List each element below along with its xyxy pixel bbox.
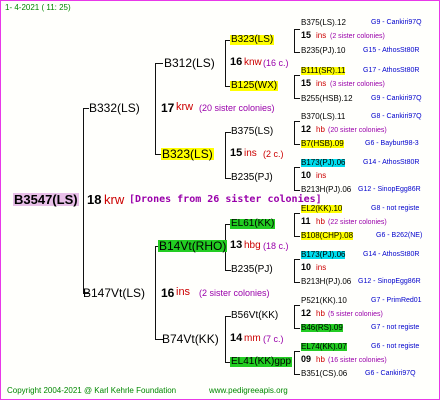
gen4-o-race: hb: [316, 355, 325, 364]
gen4-f-link[interactable]: B7(HSB).09: [301, 140, 344, 148]
gen1-b-note: (2 sister colonies): [199, 288, 270, 298]
gen4-h-gen: G12 - SinopEgg86R: [358, 186, 421, 193]
gen3-f-link[interactable]: B235(PJ): [230, 265, 274, 275]
gen4-o-gen: G6 - not registe: [371, 343, 420, 350]
gen1-a-race: krw: [176, 101, 194, 113]
gen2-c-note: (18 c.): [263, 241, 289, 251]
gen4-j-link[interactable]: B108(CHP).08: [301, 232, 354, 240]
gen2-d-race: mm: [244, 333, 261, 344]
gen4-a-gen: G9 - Cankiri97Q: [371, 19, 422, 26]
gen2-a-race: knw: [244, 57, 262, 68]
sire-b332-link[interactable]: B332(LS): [88, 102, 141, 114]
gen4-c-gen: G17 - AthosSt80R: [363, 67, 420, 74]
gen1-a-note: (20 sister colonies): [199, 103, 275, 113]
gen4-e-link[interactable]: B370(LS).11: [301, 113, 345, 121]
gen4-k-count: 10: [301, 262, 312, 272]
gen4-m-note: (5 sister colonies): [328, 311, 383, 318]
gen2-b14vt-link[interactable]: B14Vt(RHO): [158, 240, 228, 252]
gen4-i-note: (22 sister colonies): [328, 219, 387, 226]
gen4-i-gen: G8 - not registe: [371, 205, 420, 212]
gen4-c-note: (3 sister colonies): [330, 81, 385, 88]
gen4-e-note: (20 sister colonies): [328, 127, 387, 134]
gen4-n-link[interactable]: B46(RS).09: [301, 324, 343, 332]
gen2-b-race: ins: [244, 148, 257, 159]
footer-url-link[interactable]: www.pedigreeapis.org: [209, 387, 288, 395]
gen4-o-link[interactable]: EL74(KK).07: [301, 343, 347, 351]
gen4-k-gen: G14 - AthosSt80R: [363, 251, 420, 258]
gen4-a-race: ins: [316, 31, 327, 40]
gen4-f-gen: G6 - Bayburt98-3: [365, 140, 419, 147]
gen2-b323-link[interactable]: B323(LS): [161, 148, 214, 160]
gen4-p-gen: G6 - Cankiri97Q: [365, 370, 416, 377]
gen4-k-race: ins: [316, 263, 327, 272]
gen4-d-link[interactable]: B255(HSB).12: [301, 95, 353, 103]
gen4-n-gen: G7 - not registe: [371, 324, 420, 331]
gen1-b-count: 16: [161, 286, 175, 300]
gen3-b-link[interactable]: B125(WX): [230, 81, 279, 91]
gen4-o-count: 09: [301, 354, 312, 364]
gen3-a-link[interactable]: B323(LS): [230, 35, 275, 45]
gen4-d-gen: G9 - Cankiri97Q: [371, 95, 422, 102]
gen4-l-gen: G12 - SinopEgg86R: [358, 278, 421, 285]
gen4-h-link[interactable]: B213H(PJ).06: [301, 186, 351, 194]
gen2-b312-link[interactable]: B312(LS): [163, 57, 216, 69]
gen4-i-count: 11: [301, 216, 311, 226]
root-note: [Drones from 26 sister colonies]: [129, 194, 322, 205]
gen4-a-link[interactable]: B375(LS).12: [301, 19, 346, 27]
gen4-e-race: hb: [316, 125, 325, 134]
gen4-m-link[interactable]: P521(KK).10: [301, 297, 347, 305]
gen3-e-link[interactable]: EL61(KK): [230, 219, 276, 229]
root-race: krw: [104, 192, 125, 207]
gen4-j-gen: G6 - B262(NE): [376, 232, 423, 239]
gen3-g-link[interactable]: B56Vt(KK): [230, 311, 279, 321]
queen-root-link[interactable]: B3547(LS): [13, 193, 79, 206]
gen4-m-gen: G7 - PrimRed01: [371, 297, 422, 304]
dam-b147vt-link[interactable]: B147Vt(LS): [82, 287, 146, 299]
gen4-c-race: ins: [316, 79, 327, 88]
gen1-a-count: 17: [161, 101, 175, 115]
gen4-l-link[interactable]: B213H(PJ).06: [301, 278, 351, 286]
gen4-b-gen: G15 - AthosSt80R: [363, 47, 420, 54]
gen4-i-link[interactable]: EL2(KK).10: [301, 205, 343, 213]
gen4-g-link[interactable]: B173(PJ).06: [301, 159, 346, 167]
gen2-c-race: hbg: [244, 240, 261, 251]
gen4-g-gen: G14 - AthosSt80R: [363, 159, 420, 166]
gen4-e-count: 12: [301, 124, 312, 134]
gen4-g-count: 10: [301, 170, 312, 180]
gen2-c-count: 13: [230, 239, 243, 251]
gen2-b-note: (2 c.): [263, 149, 284, 159]
gen3-d-link[interactable]: B235(PJ): [230, 173, 274, 183]
gen4-c-link[interactable]: B111(SR).11: [301, 67, 346, 75]
gen2-a-note: (16 c.): [263, 58, 289, 68]
gen4-k-link[interactable]: B173(PJ).06: [301, 251, 346, 259]
gen4-m-count: 12: [301, 308, 312, 318]
gen4-b-link[interactable]: B235(PJ).10: [301, 47, 345, 55]
gen2-b-count: 15: [230, 147, 243, 159]
root-count: 18: [87, 192, 102, 207]
gen2-d-count: 14: [230, 332, 243, 344]
gen4-m-race: hb: [316, 309, 325, 318]
gen4-a-note: (2 sister colonies): [330, 33, 385, 40]
gen2-a-count: 16: [230, 56, 243, 68]
pedigree-frame: 1- 4-2021 ( 11: 25) B3547(LS) 18 krw [Dr…: [0, 0, 440, 400]
footer-copyright: Copyright 2004-2021 @ Karl Kehrle Founda…: [7, 386, 177, 395]
gen4-c-count: 15: [301, 78, 312, 88]
gen3-c-link[interactable]: B375(LS): [230, 127, 274, 137]
date-text: 1- 4-2021 ( 11: 25): [5, 3, 71, 12]
gen3-h-link[interactable]: EL41(KK)gpp: [230, 357, 293, 367]
gen4-p-link[interactable]: B351(CS).06: [301, 370, 347, 378]
gen4-e-gen: G8 - Cankiri97Q: [371, 113, 422, 120]
gen2-d-note: (7 c.): [263, 334, 284, 344]
gen4-o-note: (16 sister colonies): [328, 357, 387, 364]
gen2-b74vt-link[interactable]: B74Vt(KK): [161, 333, 220, 345]
gen4-i-race: hb: [316, 217, 325, 226]
gen1-b-race: ins: [176, 286, 191, 298]
gen4-a-count: 15: [301, 30, 312, 40]
gen4-g-race: ins: [316, 171, 327, 180]
